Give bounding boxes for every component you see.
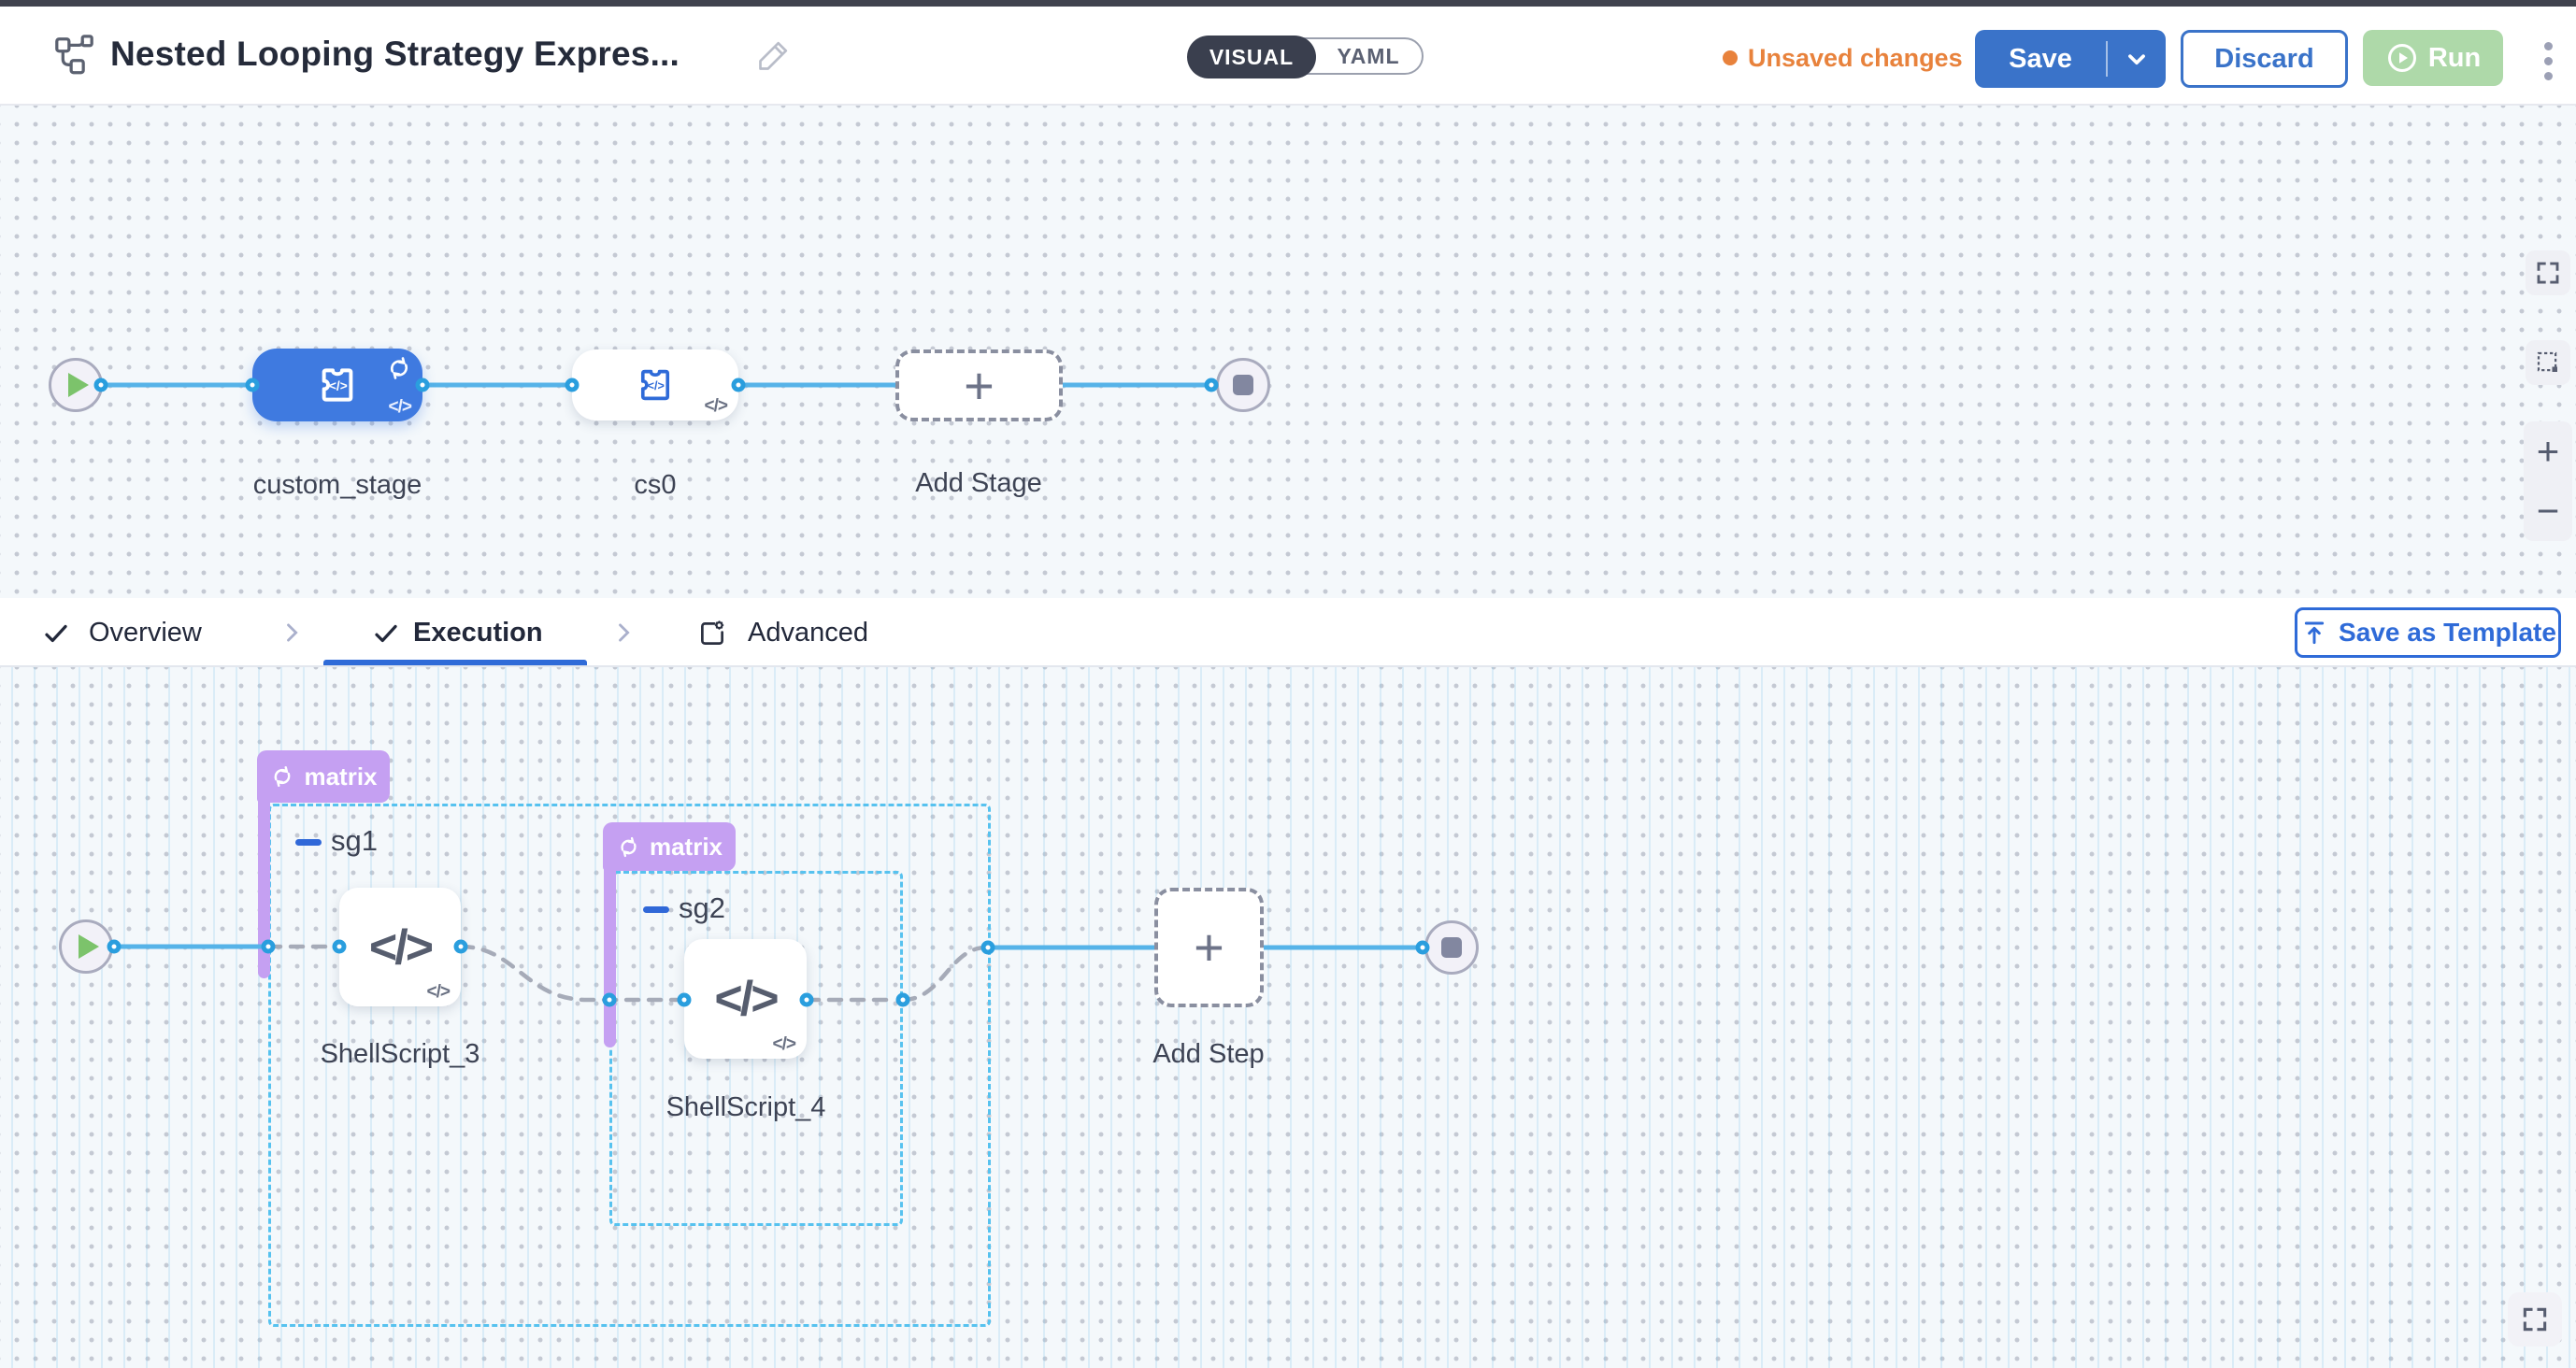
window-top-edge [0,0,2576,7]
connector-port[interactable] [565,378,580,392]
more-options-button[interactable] [2529,35,2567,87]
custom-stage-icon [314,362,361,408]
pipeline-studio: Nested Looping Strategy Expres... VISUAL… [0,0,2576,1368]
connector-port[interactable] [1416,941,1430,955]
header-bar: Nested Looping Strategy Expres... VISUAL… [0,7,2576,106]
connector-port[interactable] [896,993,910,1007]
fullscreen-icon [2534,259,2562,287]
edit-title-icon[interactable] [755,36,793,78]
execution-connector-layer [0,667,2576,1368]
connector-port[interactable] [333,940,347,954]
active-tab-underline [323,660,587,665]
start-play-icon [79,934,99,959]
stage-code-badge: </> [389,397,411,418]
pipeline-end-node [1216,358,1270,412]
step-code-badge: </> [427,982,450,1003]
zoom-controls: + − [2524,421,2572,541]
connector-port[interactable] [603,993,617,1007]
add-stage-label[interactable]: Add Stage [820,468,1138,499]
step-node-shellscript-3[interactable]: </> </> [339,888,461,1006]
tab-advanced[interactable]: Advanced [748,618,868,648]
save-label[interactable]: Save [1975,44,2106,75]
step-label-shellscript-4[interactable]: ShellScript_4 [587,1092,905,1123]
advanced-settings-icon [696,618,728,649]
view-toggle: VISUAL YAML [1188,37,1424,75]
step-code-badge: </> [773,1034,795,1055]
save-options-chevron-icon[interactable] [2108,43,2166,75]
toggle-yaml[interactable]: YAML [1316,39,1421,73]
connector-port[interactable] [107,940,122,954]
connector-port[interactable] [678,993,692,1007]
plus-icon: + [964,360,995,412]
end-stop-icon [1233,375,1253,395]
stage-node-custom-stage[interactable]: </> [252,349,422,421]
connector-port[interactable] [262,940,276,954]
overview-check-icon [42,620,70,648]
zoom-out-button[interactable]: − [2537,492,2560,531]
cs0-stage-icon [634,363,677,406]
execution-end-node [1424,920,1479,975]
upload-icon [2299,618,2329,648]
add-step-label[interactable]: Add Step [1050,1039,1367,1070]
run-button[interactable]: Run [2363,30,2503,86]
step-node-shellscript-4[interactable]: </> </> [684,939,807,1059]
stage-canvas[interactable]: </> </> + custom_stage cs0 Add Stage [0,106,2576,598]
connector-port[interactable] [981,941,995,955]
connector-port[interactable] [732,378,746,392]
stage-label-custom-stage[interactable]: custom_stage [179,470,496,501]
plus-icon: + [1194,921,1224,974]
multi-select-button[interactable] [2526,340,2570,385]
execution-canvas[interactable]: matrix matrix sg1 sg2 [0,667,2576,1368]
run-label: Run [2428,43,2481,74]
discard-button[interactable]: Discard [2181,30,2348,88]
save-as-template-label: Save as Template [2339,618,2556,648]
shell-script-icon: </> [369,919,431,976]
chevron-right-icon [279,620,305,646]
stage-looping-icon [385,354,413,387]
execution-fullscreen-button[interactable] [2508,1292,2562,1347]
unsaved-dot [1723,50,1738,65]
fullscreen-button[interactable] [2526,250,2570,295]
stage-tab-bar: Overview Execution Advanced Save as Temp… [0,598,2576,667]
save-as-template-button[interactable]: Save as Template [2295,607,2561,658]
stage-label-cs0[interactable]: cs0 [496,470,814,501]
execution-check-icon [372,620,400,648]
run-play-icon [2385,41,2419,75]
add-stage-button[interactable]: + [895,349,1063,421]
tab-execution[interactable]: Execution [413,618,543,648]
step-label-shellscript-3[interactable]: ShellScript_3 [241,1039,559,1070]
stage-code-badge: </> [705,396,727,417]
end-stop-icon [1441,937,1462,958]
start-play-icon [68,373,89,397]
shell-script-icon: </> [714,971,776,1027]
marquee-select-icon [2534,349,2562,377]
execution-start-node [59,919,113,974]
toggle-visual[interactable]: VISUAL [1187,36,1316,78]
connector-port[interactable] [94,378,108,392]
connector-port[interactable] [800,993,814,1007]
connector-port[interactable] [454,940,468,954]
chevron-right-icon [610,620,637,646]
fullscreen-icon [2520,1304,2550,1334]
pipeline-icon [52,33,95,80]
connector-port[interactable] [416,378,430,392]
save-button[interactable]: Save [1975,30,2166,88]
stage-node-cs0[interactable]: </> [572,349,738,420]
connector-port[interactable] [246,378,260,392]
zoom-in-button[interactable]: + [2537,432,2560,471]
add-step-button[interactable]: + [1154,888,1264,1007]
pipeline-title: Nested Looping Strategy Expres... [110,35,680,74]
tab-overview[interactable]: Overview [89,618,202,648]
unsaved-changes-label: Unsaved changes [1748,44,1963,73]
connector-port[interactable] [1205,378,1219,392]
